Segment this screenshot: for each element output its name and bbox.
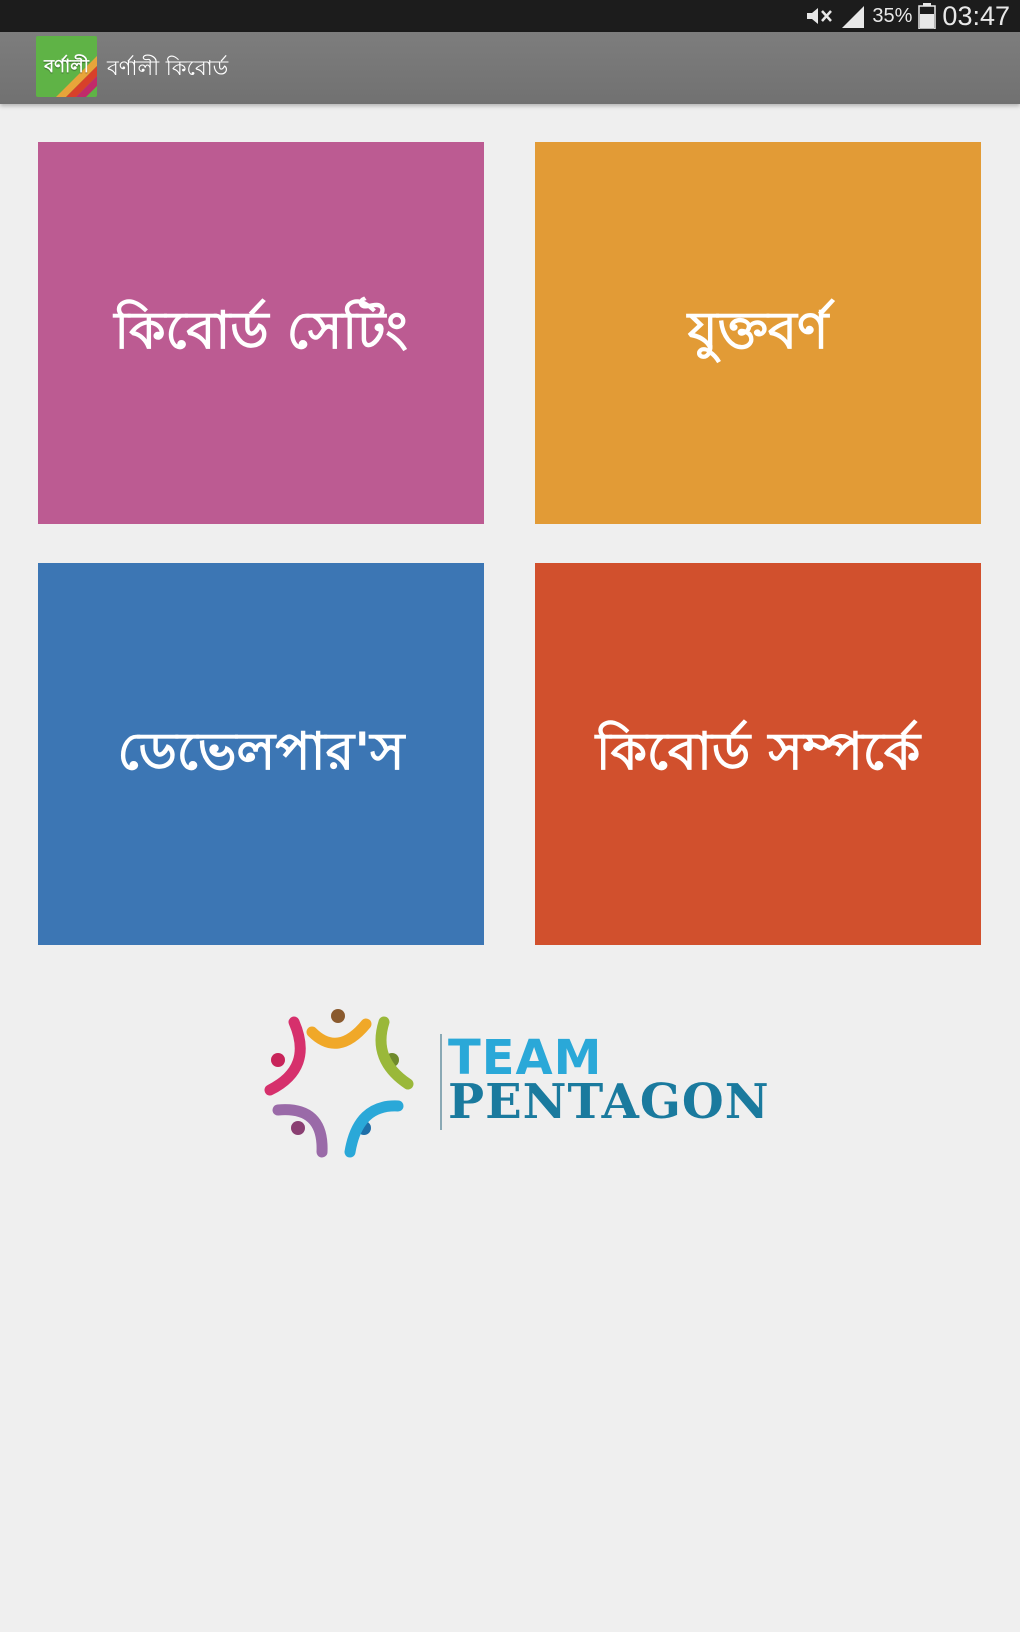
app-title: বর্ণালী কিবোর্ড [107, 56, 229, 80]
action-bar: বর্ণালী বর্ণালী কিবোর্ড [0, 32, 1020, 104]
mute-icon [804, 5, 834, 27]
logo-divider [440, 1034, 442, 1130]
conjunct-letters-tile[interactable]: যুক্তবর্ণ [535, 142, 981, 524]
keyboard-setting-tile[interactable]: কিবোর্ড সেটিং [38, 142, 484, 524]
developers-label: ডেভেলপার'স [117, 721, 405, 782]
battery-percent: 35% [872, 4, 913, 27]
status-bar: 35% 03:47 [0, 0, 1020, 32]
clock: 03:47 [942, 0, 1010, 31]
team-pentagon-emblem-icon [264, 1009, 414, 1158]
about-keyboard-tile[interactable]: কিবোর্ড সম্পর্কে [535, 563, 981, 945]
about-keyboard-label: কিবোর্ড সম্পর্কে [595, 721, 921, 782]
developers-tile[interactable]: ডেভেলপার'স [38, 563, 484, 945]
signal-icon [840, 4, 866, 28]
app-logo-text: বর্ণালী [44, 56, 89, 77]
team-pentagon-logo: TEAM PENTAGON [262, 1004, 769, 1164]
app-logo-icon[interactable]: বর্ণালী [36, 36, 97, 97]
pentagon-text: PENTAGON [448, 1074, 770, 1130]
keyboard-setting-label: কিবোর্ড সেটিং [114, 300, 408, 361]
battery-icon [918, 3, 937, 29]
conjunct-letters-label: যুক্তবর্ণ [687, 300, 829, 361]
